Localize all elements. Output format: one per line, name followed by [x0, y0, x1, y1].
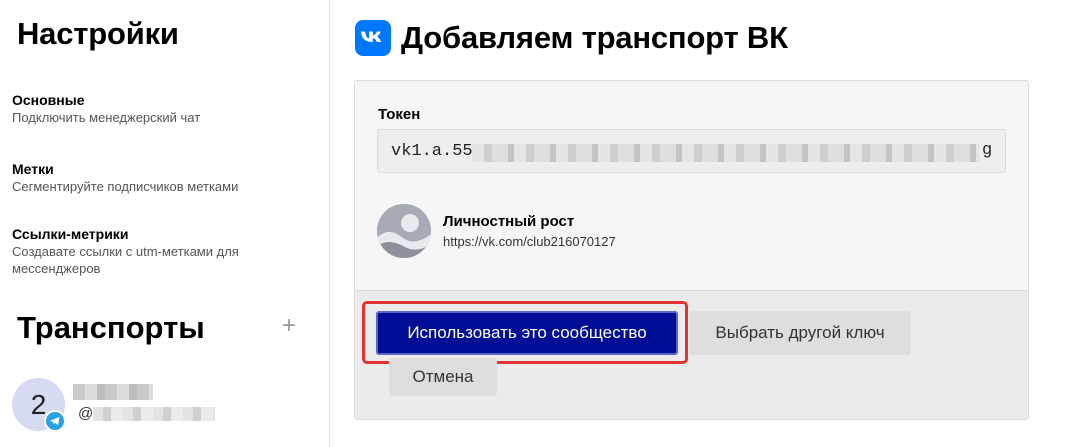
- sidebar-item-metric-links[interactable]: Ссылки-метрики Создавате ссылки с utm-ме…: [12, 225, 312, 277]
- group-avatar: [377, 204, 431, 258]
- add-transport-button[interactable]: +: [282, 314, 296, 338]
- token-suffix: g: [982, 141, 993, 160]
- transports-heading: Транспорты: [17, 310, 205, 345]
- page-header: Добавляем транспорт ВК: [355, 20, 788, 56]
- transport-item[interactable]: 2 @: [12, 378, 312, 438]
- sidebar-item-description: Сегментируйте подписчиков метками: [12, 179, 239, 194]
- token-prefix: vk1.a.55: [391, 142, 473, 161]
- sidebar-item-label: Ссылки-метрики: [12, 226, 129, 242]
- transport-name-redacted: [73, 384, 153, 400]
- page-title: Добавляем транспорт ВК: [401, 20, 788, 55]
- group-name: Личностный рост: [443, 213, 575, 230]
- use-community-button[interactable]: Использовать это сообщество: [376, 311, 678, 355]
- cancel-button[interactable]: Отмена: [389, 358, 497, 396]
- group-link[interactable]: https://vk.com/club216070127: [443, 234, 616, 249]
- card-content: Токен vk1.a.55 g Личностный рост https:/…: [355, 81, 1028, 290]
- telegram-icon: [44, 410, 66, 432]
- transport-handle-redacted: [93, 407, 215, 421]
- sidebar-title: Настройки: [17, 16, 179, 51]
- choose-other-key-button[interactable]: Выбрать другой ключ: [689, 311, 911, 355]
- token-redacted: [472, 144, 980, 162]
- sidebar-item-label: Метки: [12, 161, 54, 177]
- token-label: Токен: [378, 106, 421, 123]
- transport-handle-prefix: @: [78, 405, 94, 422]
- sidebar-item-general[interactable]: Основные Подключить менеджерский чат: [12, 91, 312, 126]
- sidebar-item-description: Подключить менеджерский чат: [12, 110, 201, 125]
- sidebar-item-description: Создавате ссылки с utm-метками для мессе…: [12, 244, 239, 276]
- sidebar-item-label: Основные: [12, 92, 85, 108]
- vk-logo-icon: [355, 20, 391, 56]
- sidebar-item-tags[interactable]: Метки Сегментируйте подписчиков метками: [12, 160, 312, 195]
- sidebar: Настройки Основные Подключить менеджерск…: [0, 0, 330, 447]
